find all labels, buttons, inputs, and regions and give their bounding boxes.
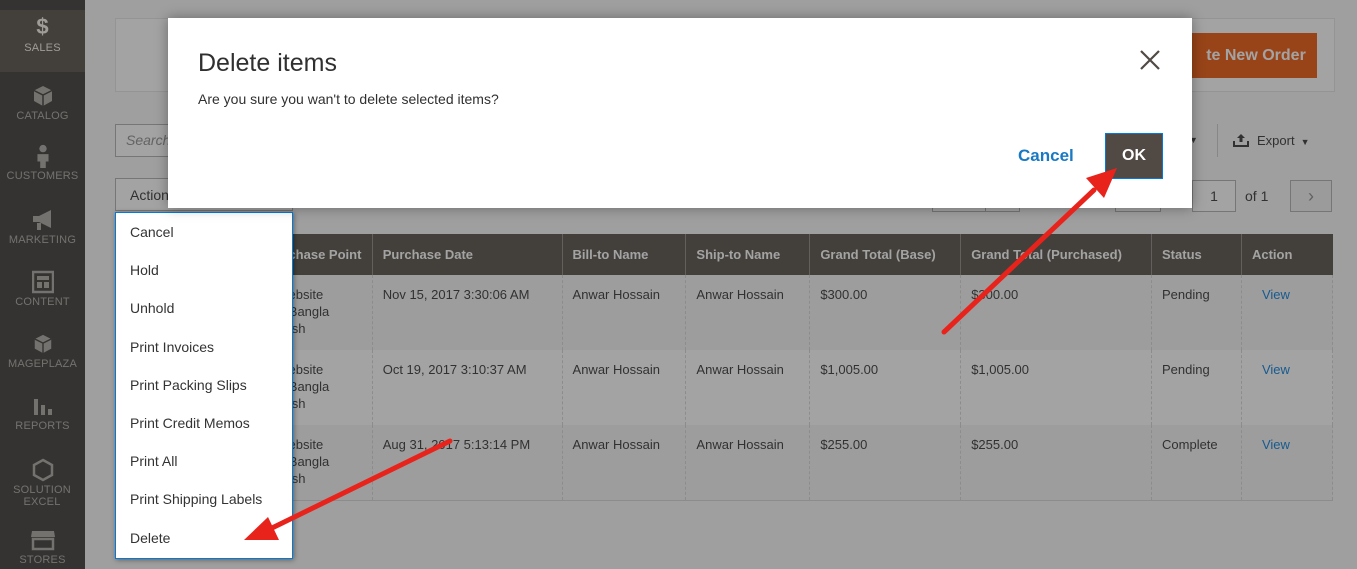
arrow-to-ok-button xyxy=(941,168,1117,335)
arrow-to-delete-item xyxy=(244,438,453,540)
annotation-arrows xyxy=(244,168,1117,540)
